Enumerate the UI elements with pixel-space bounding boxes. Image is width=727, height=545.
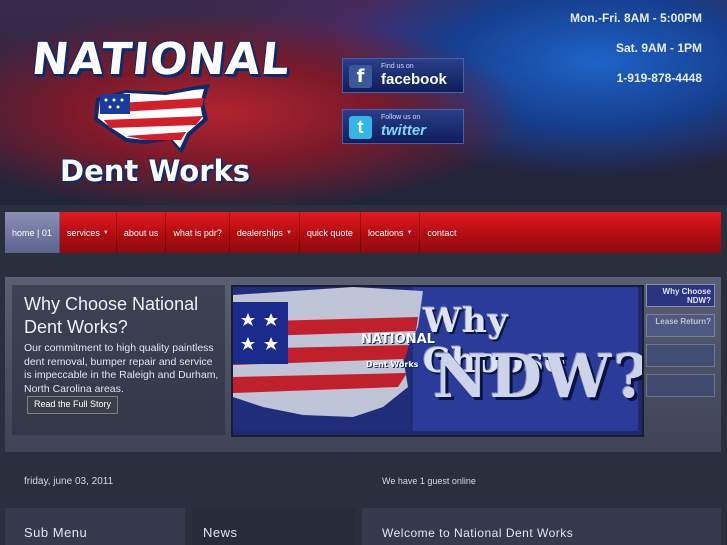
- nav-item-quick-quote[interactable]: quick quote: [300, 212, 361, 253]
- nav-item-label: dealerships: [236, 227, 283, 238]
- slide-thumbnail[interactable]: Why Choose NDW?: [646, 284, 715, 307]
- nav-item-label: about us: [123, 227, 159, 238]
- nav-item-label: home | 01: [12, 227, 52, 238]
- caret-down-icon: ▼: [406, 229, 413, 236]
- nav-item-label: contact: [427, 227, 457, 238]
- feature-text-panel: Why Choose National Dent Works? Our comm…: [12, 285, 225, 435]
- nav-item-locations[interactable]: locations ▼: [361, 212, 421, 253]
- main-nav: home | 01 services ▼ about us what is pdr…: [5, 212, 721, 253]
- nav-item-what-is-pdr[interactable]: what is pdr?: [166, 212, 230, 253]
- nav-item-label: services: [66, 227, 100, 238]
- facebook-small-text: Find us on: [381, 63, 414, 70]
- nav-item-dealerships[interactable]: dealerships ▼: [230, 212, 300, 253]
- site-header: NATIONAL Dent Works f Find us on faceboo…: [0, 0, 727, 205]
- hours-saturday: Sat. 9AM - 1PM: [615, 41, 702, 55]
- nav-item-contact[interactable]: contact: [420, 212, 463, 253]
- facebook-button[interactable]: f Find us on facebook: [342, 58, 464, 93]
- slide-thumbnail[interactable]: [646, 374, 715, 397]
- welcome-box: Welcome to National Dent Works: [362, 508, 721, 545]
- feature-slideshow: Why Choose National Dent Works? Our comm…: [5, 277, 721, 452]
- online-count: We have 1 guest online: [382, 476, 476, 486]
- logo-text-national[interactable]: NATIONAL: [29, 34, 293, 85]
- thumbnail-label: Lease Return?: [655, 317, 711, 326]
- twitter-big-text: twitter: [381, 122, 426, 139]
- facebook-icon: f: [349, 65, 372, 88]
- caret-down-icon: ▼: [102, 229, 109, 236]
- feature-title: Why Choose National Dent Works?: [24, 294, 199, 337]
- nav-item-label: quick quote: [306, 227, 353, 238]
- current-date: friday, june 03, 2011: [24, 476, 114, 487]
- submenu-title: Sub Menu: [24, 525, 88, 540]
- feature-image[interactable]: NATIONAL Dent Works Why Choose NDW?: [231, 285, 644, 437]
- news-title: News: [203, 525, 238, 540]
- slide-thumbnail[interactable]: Lease Return?: [646, 314, 715, 337]
- read-full-story-button[interactable]: Read the Full Story: [27, 396, 119, 414]
- nav-item-services[interactable]: services ▼: [60, 212, 117, 253]
- phone-number: 1-919-878-4448: [616, 71, 702, 85]
- logo-text-dent-works[interactable]: Dent Works: [60, 154, 250, 188]
- slide-thumbnail[interactable]: [646, 344, 715, 367]
- news-box: News: [192, 508, 355, 545]
- nav-item-home[interactable]: home | 01: [5, 212, 60, 253]
- twitter-small-text: Follow us on: [381, 114, 421, 121]
- usa-flag-map-logo[interactable]: [86, 80, 216, 158]
- feature-body: Our commitment to high quality paintless…: [24, 342, 219, 414]
- image-logo-dent-works: Dent Works: [366, 360, 419, 369]
- twitter-icon: t: [349, 116, 372, 139]
- welcome-title: Welcome to National Dent Works: [382, 526, 574, 540]
- nav-item-label: locations: [367, 227, 404, 238]
- hours-weekday: Mon.-Fri. 8AM - 5:00PM: [569, 11, 702, 25]
- submenu-box: Sub Menu: [5, 508, 185, 545]
- nav-item-about-us[interactable]: about us: [117, 212, 167, 253]
- image-heading-ndw: NDW?: [433, 342, 644, 412]
- thumbnail-label: Why Choose NDW?: [662, 287, 711, 305]
- twitter-button[interactable]: t Follow us on twitter: [342, 109, 464, 144]
- facebook-big-text: facebook: [381, 71, 447, 88]
- caret-down-icon: ▼: [285, 229, 292, 236]
- nav-item-label: what is pdr?: [173, 227, 222, 238]
- feature-body-text: Our commitment to high quality paintless…: [24, 342, 219, 395]
